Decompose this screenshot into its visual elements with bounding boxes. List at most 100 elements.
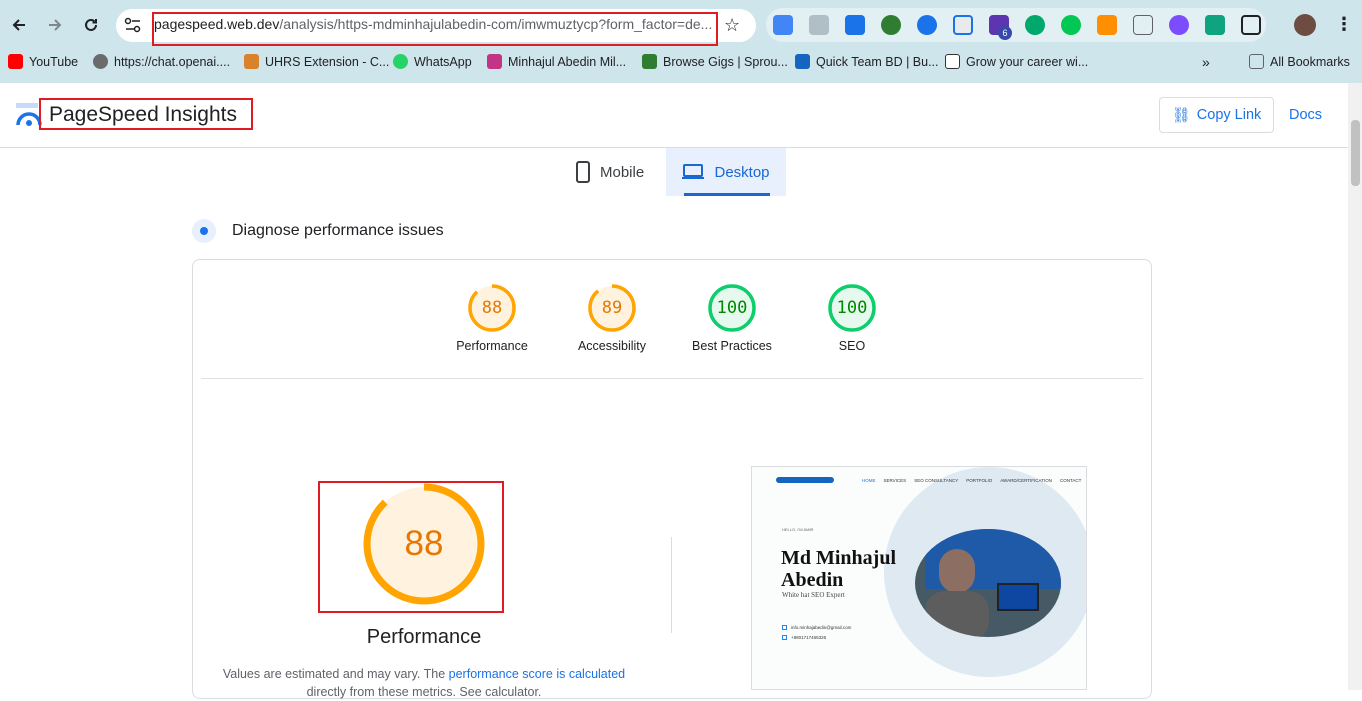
- bookmark-label: Quick Team BD | Bu...: [816, 54, 939, 69]
- fiverr-extension-icon[interactable]: [1061, 15, 1081, 35]
- score-note: Values are estimated and may vary. The p…: [218, 665, 630, 701]
- chatgpt-extension-icon[interactable]: [1205, 15, 1225, 35]
- note-text: Values are estimated and may vary. The: [222, 667, 449, 681]
- tab-desktop[interactable]: Desktop: [666, 148, 786, 196]
- code-extension-icon[interactable]: [1133, 15, 1153, 35]
- preview-nav-item: PORTFOLIO: [966, 478, 993, 483]
- bookmark-uhrs[interactable]: UHRS Extension - C...: [244, 54, 389, 69]
- highlight-url: [152, 12, 718, 46]
- translate-extension-icon[interactable]: [773, 15, 793, 35]
- preview-nav-item: HOME: [862, 478, 876, 483]
- profile-avatar[interactable]: [1294, 14, 1316, 36]
- preview-email: info.minhajabedin@gmail.com: [782, 625, 851, 630]
- copy-extension-icon[interactable]: [809, 15, 829, 35]
- site-info-icon[interactable]: [124, 17, 142, 38]
- tv-extension-icon[interactable]: [845, 15, 865, 35]
- bookmark-quick-team[interactable]: Quick Team BD | Bu...: [795, 54, 939, 69]
- globe-extension-icon[interactable]: [881, 15, 901, 35]
- more-bookmarks-chevron-icon[interactable]: »: [1202, 54, 1210, 70]
- bookmark-star-icon[interactable]: ☆: [724, 15, 740, 36]
- preview-hello: HELLO, I'M AMIR: [782, 527, 814, 532]
- preview-phone-text: +8801717465326: [791, 635, 827, 640]
- bookmark-chat-openai[interactable]: https://chat.openai....: [93, 54, 230, 69]
- tab-desktop-label: Desktop: [714, 163, 770, 181]
- bookmark-label: WhatsApp: [414, 54, 472, 69]
- pagespeed-page: PageSpeed Insights ⛓ Copy Link Docs Mobi…: [0, 83, 1348, 699]
- score-value: 88: [481, 298, 503, 318]
- preview-name-line2: Abedin: [781, 569, 844, 591]
- instagram-icon: [487, 54, 502, 69]
- docs-link[interactable]: Docs: [1289, 107, 1322, 123]
- score-gauge-accessibility[interactable]: 89 Accessibility: [562, 284, 662, 353]
- all-bookmarks-folder[interactable]: All Bookmarks: [1249, 54, 1350, 69]
- score-value: 89: [601, 298, 623, 318]
- refresh-extension-icon[interactable]: [1025, 15, 1045, 35]
- g-extension-icon[interactable]: [917, 15, 937, 35]
- uhrs-icon: [244, 54, 259, 69]
- browser-toolbar: pagespeed.web.dev/analysis/https-mdminha…: [0, 0, 1362, 83]
- preview-nav-item: SERVICES: [883, 478, 907, 483]
- extensions-strip: [766, 8, 1266, 42]
- bookmark-sprout[interactable]: Browse Gigs | Sprou...: [642, 54, 788, 69]
- extensions-puzzle-icon[interactable]: [1241, 15, 1261, 35]
- extension-badge: 6: [998, 26, 1012, 40]
- scrollbar-thumb[interactable]: [1351, 120, 1360, 186]
- score-label: Accessibility: [577, 339, 647, 353]
- copy-link-label: Copy Link: [1196, 107, 1262, 123]
- link-icon: ⛓: [1171, 107, 1191, 124]
- seo-extension-icon[interactable]: [1097, 15, 1117, 35]
- bookmark-grow-career[interactable]: Grow your career wi...: [945, 54, 1088, 69]
- preview-email-text: info.minhajabedin@gmail.com: [791, 625, 852, 630]
- page-extension-icon[interactable]: [953, 15, 973, 35]
- psi-header: PageSpeed Insights ⛓ Copy Link Docs: [0, 83, 1348, 148]
- desktop-icon: [682, 164, 705, 179]
- sprout-icon: [642, 54, 657, 69]
- score-label: SEO: [838, 339, 866, 353]
- folder-icon: [1249, 54, 1264, 69]
- preview-nav-item: SEO CONSULTANCY: [914, 478, 959, 483]
- bookmark-youtube[interactable]: YouTube: [8, 54, 78, 69]
- preview-phone: +8801717465326: [782, 635, 826, 640]
- score-label: Performance: [456, 339, 528, 353]
- preview-portrait: [915, 529, 1061, 637]
- performance-score-link[interactable]: performance score is calculated: [449, 667, 625, 681]
- section-title: Diagnose performance issues: [232, 222, 444, 239]
- bookmarks-bar: YouTube https://chat.openai.... UHRS Ext…: [0, 50, 1362, 74]
- bookmark-label: https://chat.openai....: [114, 54, 231, 69]
- career-icon: [945, 54, 960, 69]
- chrome-menu-icon[interactable]: ⋮: [1335, 14, 1353, 35]
- bookmark-label: Grow your career wi...: [966, 54, 1089, 69]
- preview-nav: HOME SERVICES SEO CONSULTANCY PORTFOLIO …: [862, 478, 1081, 483]
- score-value: 100: [836, 298, 868, 318]
- copy-link-button[interactable]: ⛓ Copy Link: [1159, 97, 1274, 133]
- score-gauge-best-practices[interactable]: 100 Best Practices: [682, 284, 782, 353]
- mobile-icon: [576, 161, 590, 183]
- gemini-extension-icon[interactable]: [1169, 15, 1189, 35]
- preview-name: Md Minhajul Abedin: [781, 547, 896, 591]
- score-gauge-seo[interactable]: 100 SEO: [802, 284, 902, 353]
- preview-logo: [776, 477, 834, 483]
- preview-name-line1: Md Minhajul: [781, 547, 897, 569]
- tab-mobile-label: Mobile: [600, 163, 645, 181]
- quickteam-icon: [795, 54, 810, 69]
- back-arrow-icon: [12, 19, 25, 31]
- phone-icon: [782, 635, 787, 640]
- tab-mobile[interactable]: Mobile: [576, 148, 644, 196]
- highlight-title: [39, 98, 253, 130]
- whatsapp-icon: [393, 54, 408, 69]
- back-button[interactable]: [6, 12, 32, 38]
- bookmark-label: Minhajul Abedin Mil...: [508, 54, 627, 69]
- bookmark-label: Browse Gigs | Sprou...: [663, 54, 788, 69]
- preview-nav-item: CONTACT: [1059, 478, 1082, 483]
- mail-icon: [782, 625, 787, 630]
- score-value: 100: [716, 298, 748, 318]
- diagnose-icon: [192, 219, 216, 243]
- score-gauge-performance[interactable]: 88 Performance: [442, 284, 542, 353]
- bookmark-instagram[interactable]: Minhajul Abedin Mil...: [487, 54, 626, 69]
- bookmark-whatsapp[interactable]: WhatsApp: [393, 54, 472, 69]
- all-bookmarks-label: All Bookmarks: [1270, 54, 1350, 69]
- vertical-divider: [671, 537, 672, 633]
- forward-button[interactable]: [42, 12, 68, 38]
- preview-tagline: White hat SEO Expert: [782, 591, 845, 599]
- reload-button[interactable]: [78, 12, 104, 38]
